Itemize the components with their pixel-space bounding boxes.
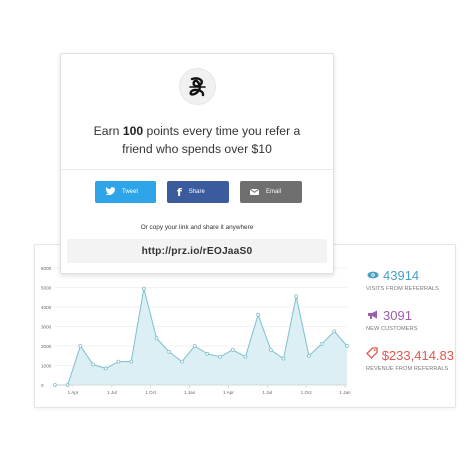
email-label: Email [266, 189, 282, 195]
brand-logo-icon [189, 77, 206, 97]
data-point[interactable] [294, 294, 299, 299]
y-tick-label: 1000 [41, 363, 52, 368]
tweet-label: Tweet [122, 189, 139, 195]
data-point[interactable] [192, 344, 197, 348]
referral-share-card: Earn 100 points every time you refer a f… [60, 53, 334, 274]
x-tick-label: 1 Jul [262, 390, 272, 395]
customers-label: NEW CUSTOMERS [366, 326, 418, 332]
y-tick-label: 3000 [41, 324, 52, 329]
facebook-share-button[interactable]: f Share [167, 181, 229, 203]
data-point[interactable] [243, 354, 248, 359]
y-tick-label: 6000 [41, 266, 52, 271]
brand-logo [179, 68, 216, 105]
data-point[interactable] [345, 344, 349, 348]
email-button[interactable]: Email [240, 181, 302, 203]
data-point[interactable] [154, 336, 159, 341]
data-point[interactable] [205, 351, 210, 356]
data-point[interactable] [268, 348, 273, 352]
megaphone-icon [366, 306, 380, 324]
data-point[interactable] [141, 286, 146, 291]
tweet-button[interactable]: Tweet [95, 181, 156, 203]
visits-value: 43914 [383, 267, 420, 283]
x-tick-label: 1 Apr [223, 390, 234, 395]
x-tick-label: 1 Apr [68, 390, 79, 395]
data-point[interactable] [281, 356, 286, 361]
data-point[interactable] [103, 366, 108, 371]
x-tick-label: 1 Oct [301, 390, 313, 395]
share-label: Share [188, 189, 205, 195]
customers-value: 3091 [383, 307, 412, 323]
area-fill [55, 288, 347, 385]
x-tick-label: 1 Jul [107, 390, 117, 395]
x-tick-label: 1 Jan [339, 390, 351, 395]
data-point[interactable] [167, 349, 172, 354]
data-point[interactable] [78, 344, 83, 348]
points-amount: 100 [122, 124, 144, 138]
stat-revenue: $233,414.83 REVENUE FROM REFERRALS [366, 347, 454, 381]
data-point[interactable] [91, 362, 95, 367]
visits-label: VISITS FROM REFERRALS [366, 286, 439, 292]
facebook-f-icon: f [177, 185, 182, 199]
revenue-value: $233,414.83 [381, 347, 454, 363]
data-point[interactable] [180, 359, 184, 364]
referral-headline: Earn 100 points every time you refer a f… [93, 124, 301, 156]
data-point[interactable] [116, 359, 121, 364]
x-tick-label: 1 Jan [184, 390, 196, 395]
data-point[interactable] [218, 354, 222, 359]
stats-panel: 43914 VISITS FROM REFERRALS 3091 NEW CUS… [366, 267, 454, 387]
data-point[interactable] [332, 329, 337, 334]
y-tick-label: 4000 [41, 305, 52, 310]
data-point[interactable] [129, 359, 134, 364]
data-point[interactable] [230, 348, 235, 352]
envelope-icon [250, 189, 259, 195]
referral-link-field[interactable]: http://prz.io/rEOJaaS0 [67, 239, 327, 263]
revenue-label: REVENUE FROM REFERRALS [366, 366, 449, 372]
x-tick-label: 1 Oct [145, 390, 157, 395]
stat-visits: 43914 VISITS FROM REFERRALS [366, 267, 454, 301]
data-point[interactable] [307, 353, 311, 358]
eye-icon [366, 266, 380, 284]
twitter-bird-icon [105, 187, 116, 197]
copy-link-prompt: Or copy your link and share it anywhere [140, 224, 254, 231]
data-point[interactable] [256, 312, 261, 317]
stat-customers: 3091 NEW CUSTOMERS [366, 307, 454, 341]
tag-icon [366, 346, 379, 364]
y-tick-label: 5000 [41, 285, 52, 290]
divider [61, 169, 333, 170]
y-tick-label: 2000 [41, 344, 52, 349]
y-tick-label: 0 [41, 383, 44, 388]
data-point[interactable] [319, 342, 324, 346]
